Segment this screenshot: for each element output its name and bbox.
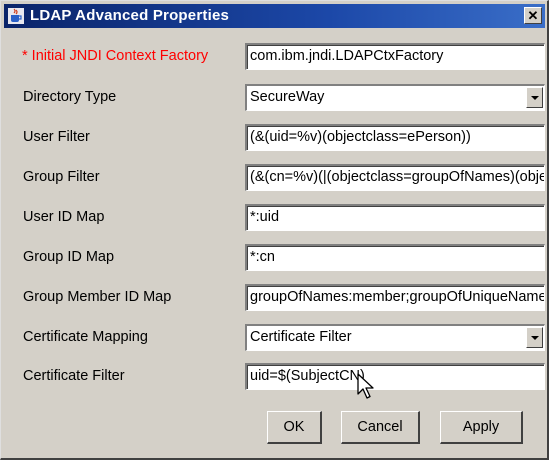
certificate-filter-field[interactable]: uid=$(SubjectCN) — [245, 363, 545, 390]
chevron-down-icon — [531, 96, 539, 100]
directory-type-dropdown-button[interactable] — [526, 87, 543, 108]
form-row-user-id-map: User ID Map *:uid — [1, 204, 549, 231]
certificate-mapping-value: Certificate Filter — [250, 329, 352, 345]
java-cup-icon — [8, 8, 24, 24]
chevron-down-icon — [531, 336, 539, 340]
certificate-mapping-select[interactable]: Certificate Filter — [245, 324, 545, 351]
form-row-group-filter: Group Filter (&(cn=%v)(|(objectclass=gro… — [1, 164, 549, 191]
directory-type-label: Directory Type — [23, 89, 117, 105]
close-button[interactable]: ✕ — [524, 7, 542, 24]
mouse-pointer-icon — [357, 373, 374, 399]
directory-type-select[interactable]: SecureWay — [245, 84, 545, 111]
ldap-advanced-properties-dialog: LDAP Advanced Properties ✕ * Initial JND… — [0, 0, 549, 460]
group-id-map-field[interactable]: *:cn — [245, 244, 545, 271]
ok-button[interactable]: OK — [267, 411, 322, 444]
group-id-map-label: Group ID Map — [23, 249, 115, 265]
form-row-user-filter: User Filter (&(uid=%v)(objectclass=ePers… — [1, 124, 549, 151]
title-bar[interactable]: LDAP Advanced Properties ✕ — [4, 4, 545, 28]
initial-jndi-context-factory-field[interactable]: com.ibm.jndi.LDAPCtxFactory — [245, 43, 545, 70]
initial-jndi-context-factory-label: * Initial JNDI Context Factory — [22, 48, 209, 64]
group-filter-label: Group Filter — [23, 169, 100, 185]
window-title: LDAP Advanced Properties — [30, 7, 230, 24]
form-row-certificate-filter: Certificate Filter uid=$(SubjectCN) — [1, 363, 549, 390]
cancel-button[interactable]: Cancel — [341, 411, 420, 444]
certificate-filter-label: Certificate Filter — [23, 368, 125, 384]
user-filter-field[interactable]: (&(uid=%v)(objectclass=ePerson)) — [245, 124, 545, 151]
group-filter-field[interactable]: (&(cn=%v)(|(objectclass=groupOfNames)(ob… — [245, 164, 545, 191]
group-member-id-map-label: Group Member ID Map — [23, 289, 172, 305]
form-row-group-id-map: Group ID Map *:cn — [1, 244, 549, 271]
user-id-map-field[interactable]: *:uid — [245, 204, 545, 231]
form-row-group-member-id-map: Group Member ID Map groupOfNames:member;… — [1, 284, 549, 311]
certificate-mapping-dropdown-button[interactable] — [526, 327, 543, 348]
form-row-certificate-mapping: Certificate Mapping Certificate Filter — [1, 324, 549, 351]
user-id-map-label: User ID Map — [23, 209, 105, 225]
user-filter-label: User Filter — [23, 129, 90, 145]
certificate-mapping-label: Certificate Mapping — [23, 329, 148, 345]
form-row-initial-jndi-context-factory: * Initial JNDI Context Factory com.ibm.j… — [1, 43, 549, 70]
apply-button[interactable]: Apply — [440, 411, 523, 444]
group-member-id-map-field[interactable]: groupOfNames:member;groupOfUniqueNames:u… — [245, 284, 545, 311]
close-icon: ✕ — [527, 8, 539, 23]
directory-type-value: SecureWay — [250, 89, 325, 105]
form-row-directory-type: Directory Type SecureWay — [1, 84, 549, 111]
